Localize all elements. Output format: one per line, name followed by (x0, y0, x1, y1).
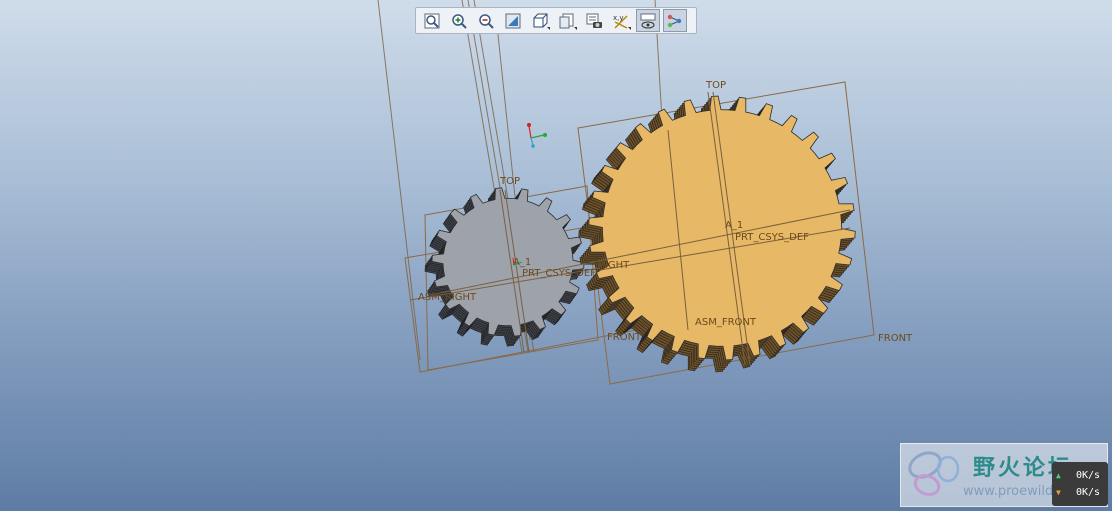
spin-center-button[interactable] (635, 9, 660, 32)
datum-label-asm-right[interactable]: ASM_RIGHT (418, 292, 477, 303)
refit-button[interactable] (420, 9, 444, 32)
annotation-display-icon (667, 14, 681, 27)
datum-label-prt-csys-def-small[interactable]: PRT_CSYS_DEF (522, 268, 596, 279)
display-style-button[interactable] (555, 9, 579, 32)
datum-label-axis-small[interactable]: A_1 (513, 257, 531, 268)
zoom-in-icon (451, 13, 467, 29)
annotation-display-button[interactable] (662, 9, 687, 32)
model-scene[interactable]: TOP TOP ASM_RIGHT RIGHT PRT_CSYS_DEF PRT… (0, 0, 1112, 511)
butterfly-logo-icon (908, 451, 960, 496)
spin-center-icon (640, 13, 655, 28)
repaint-icon (505, 13, 520, 28)
datum-line (377, 0, 421, 361)
download-arrow-icon: ▼ (1056, 488, 1061, 497)
datum-label-front-large[interactable]: FRONT (878, 333, 913, 344)
saved-orientations-button[interactable] (528, 9, 552, 32)
datum-label-asm-front[interactable]: ASM_FRONT (695, 317, 757, 328)
datum-display-button[interactable]: x,y (609, 9, 633, 32)
graphics-viewport[interactable]: TOP TOP ASM_RIGHT RIGHT PRT_CSYS_DEF PRT… (0, 0, 1112, 511)
refit-icon (424, 13, 439, 28)
repaint-button[interactable] (501, 9, 525, 32)
datum-label-right[interactable]: RIGHT (598, 260, 630, 271)
download-speed: 0K/s (1076, 487, 1101, 498)
datum-label-axis-large[interactable]: A_1 (725, 220, 743, 231)
zoom-in-button[interactable] (447, 9, 471, 32)
datum-label-front-small[interactable]: FRONT (607, 332, 642, 343)
zoom-out-button[interactable] (474, 9, 498, 32)
network-speed-widget: ▲ 0K/s ▼ 0K/s (1052, 462, 1108, 506)
zoom-out-icon (478, 13, 494, 29)
view-manager-button[interactable] (582, 9, 606, 32)
datum-label-prt-csys-def-large[interactable]: PRT_CSYS_DEF (735, 232, 809, 243)
view-toolbar: x,y (415, 7, 697, 34)
upload-arrow-icon: ▲ (1056, 471, 1061, 480)
datum-label-top-large[interactable]: TOP (705, 80, 726, 91)
upload-speed: 0K/s (1076, 470, 1101, 481)
view-manager-icon (586, 13, 602, 28)
datum-label-top-small[interactable]: TOP (499, 176, 520, 187)
csys-triad (527, 123, 547, 148)
